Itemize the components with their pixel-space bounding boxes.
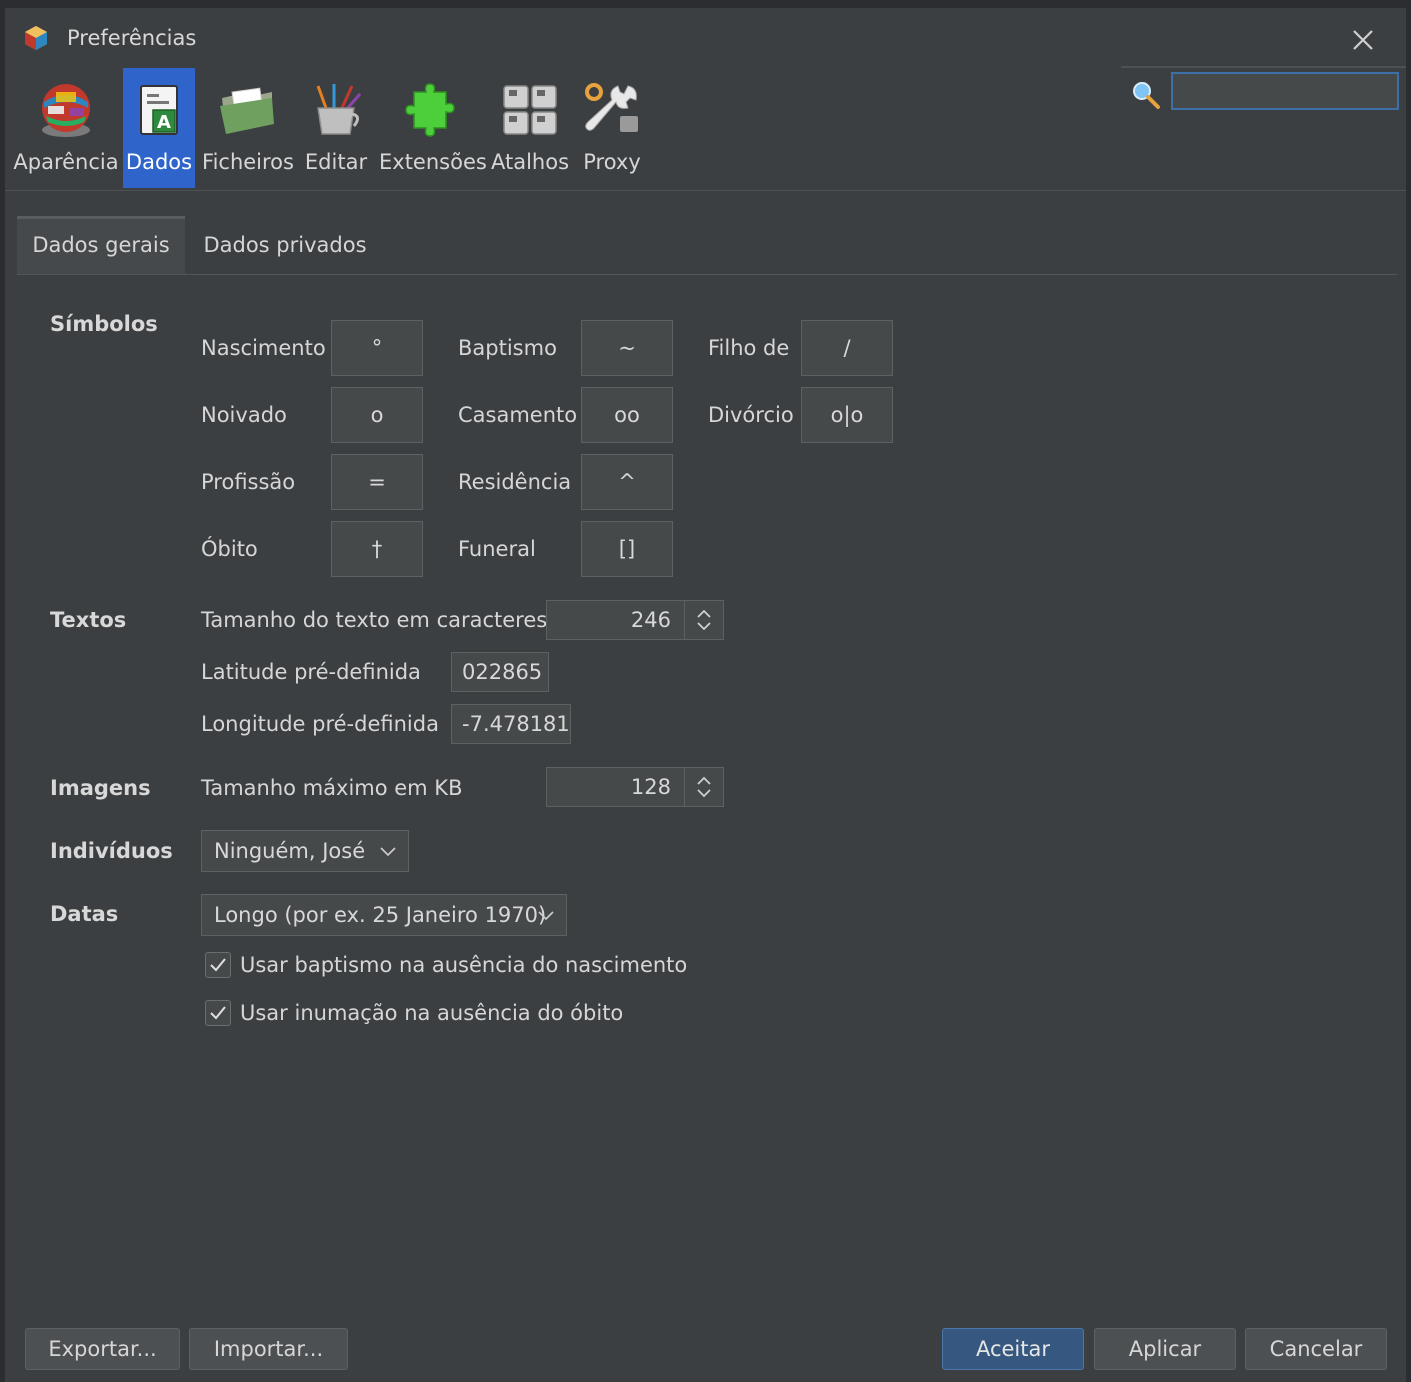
child-of-symbol-field[interactable]: / (801, 320, 893, 376)
date-format-value: Longo (por ex. 25 Janeiro 1970) (214, 903, 547, 927)
spinner-arrows-icon[interactable] (684, 768, 723, 806)
date-format-select[interactable]: Longo (por ex. 25 Janeiro 1970) (201, 894, 567, 936)
tab-dados-privados[interactable]: Dados privados (195, 216, 375, 274)
text-size-value: 246 (630, 608, 671, 632)
search-divider (1121, 66, 1406, 68)
toolbar-item-label: Extensões (379, 150, 487, 174)
divorce-symbol-field[interactable]: o|o (801, 387, 893, 443)
preferences-toolbar: Aparência A Dados Ficheiros Editar Exten… (5, 66, 1406, 191)
title-bar: Preferências (5, 8, 1406, 68)
keyboard-icon (503, 85, 557, 135)
app-logo-icon (25, 26, 47, 50)
globe-icon (42, 84, 90, 137)
preferences-window: Preferências Aparência A Dados Ficheiros… (5, 8, 1406, 1382)
burial-symbol-field[interactable]: [] (581, 521, 673, 577)
latitude-field[interactable]: 022865 (451, 652, 549, 692)
tools-cup-icon (316, 84, 362, 135)
toolbar-item-extensoes[interactable]: Extensões (379, 68, 487, 188)
engagement-symbol-field[interactable]: o (331, 387, 423, 443)
use-burial-checkbox[interactable] (205, 1000, 231, 1026)
section-symbols-label: Símbolos (50, 312, 158, 336)
occupation-symbol-label: Profissão (201, 470, 296, 494)
toolbar-item-label: Dados (125, 150, 193, 174)
use-burial-label: Usar inumação na ausência do óbito (240, 1001, 624, 1025)
section-images-label: Imagens (50, 776, 151, 800)
toolbar-item-ficheiros[interactable]: Ficheiros (201, 68, 295, 188)
individual-select-value: Ninguém, José (214, 839, 366, 863)
residence-symbol-field[interactable]: ^ (581, 454, 673, 510)
chevron-down-icon (538, 911, 554, 921)
image-max-size-value: 128 (630, 775, 671, 799)
checkmark-icon (210, 1006, 226, 1020)
image-max-size-spinner[interactable]: 128 (546, 767, 724, 807)
death-symbol-field[interactable]: † (331, 521, 423, 577)
spinner-arrows-icon[interactable] (684, 601, 723, 639)
divorce-symbol-label: Divórcio (708, 403, 794, 427)
close-icon[interactable] (1345, 22, 1381, 58)
longitude-label: Longitude pré-definida (201, 712, 439, 736)
tab-bar: Dados gerais Dados privados (17, 216, 1397, 275)
engagement-symbol-label: Noivado (201, 403, 287, 427)
cancel-button[interactable]: Cancelar (1245, 1328, 1387, 1370)
toolbar-item-editar[interactable]: Editar (301, 68, 371, 188)
death-symbol-label: Óbito (201, 537, 258, 561)
search-icon (1133, 82, 1160, 109)
baptism-symbol-field[interactable]: ~ (581, 320, 673, 376)
toolbar-item-label: Editar (304, 150, 368, 174)
apply-button[interactable]: Aplicar (1094, 1328, 1236, 1370)
section-individuals-label: Indivíduos (50, 839, 173, 863)
use-baptism-label: Usar baptismo na ausência do nascimento (240, 953, 688, 977)
use-baptism-checkbox[interactable] (205, 952, 231, 978)
text-size-label: Tamanho do texto em caracteres (201, 608, 548, 632)
toolbar-item-label: Aparência (13, 150, 119, 174)
window-title: Preferências (67, 26, 197, 50)
baptism-symbol-label: Baptismo (458, 336, 557, 360)
tab-dados-gerais[interactable]: Dados gerais (17, 216, 185, 274)
section-texts-label: Textos (50, 608, 127, 632)
toolbar-item-aparencia[interactable]: Aparência (13, 68, 119, 188)
text-size-spinner[interactable]: 246 (546, 600, 724, 640)
longitude-field[interactable]: -7.478181 (451, 704, 571, 744)
chevron-down-icon (380, 847, 396, 857)
wrench-icon (585, 83, 638, 132)
toolbar-item-proxy[interactable]: Proxy (579, 68, 645, 188)
birth-symbol-label: Nascimento (201, 336, 326, 360)
birth-symbol-field[interactable]: ° (331, 320, 423, 376)
toolbar-item-label: Proxy (583, 150, 641, 174)
toolbar-item-dados[interactable]: A Dados (123, 68, 195, 188)
puzzle-icon (405, 83, 455, 137)
folder-icon (220, 87, 274, 134)
document-icon: A (140, 85, 178, 135)
accept-button[interactable]: Aceitar (942, 1328, 1084, 1370)
import-button[interactable]: Importar... (189, 1328, 348, 1370)
section-dates-label: Datas (50, 902, 119, 926)
toolbar-item-label: Ficheiros (202, 150, 294, 174)
burial-symbol-label: Funeral (458, 537, 536, 561)
search-input[interactable] (1171, 72, 1399, 110)
svg-text:A: A (157, 112, 171, 133)
toolbar-item-label: Atalhos (491, 150, 570, 174)
checkmark-icon (210, 958, 226, 972)
marriage-symbol-label: Casamento (458, 403, 578, 427)
child-of-symbol-label: Filho de (708, 336, 790, 360)
marriage-symbol-field[interactable]: oo (581, 387, 673, 443)
occupation-symbol-field[interactable]: = (331, 454, 423, 510)
residence-symbol-label: Residência (458, 470, 572, 494)
individual-select[interactable]: Ninguém, José (201, 830, 409, 872)
image-max-size-label: Tamanho máximo em KB (201, 776, 463, 800)
latitude-label: Latitude pré-definida (201, 660, 421, 684)
export-button[interactable]: Exportar... (25, 1328, 180, 1370)
toolbar-item-atalhos[interactable]: Atalhos (491, 68, 569, 188)
